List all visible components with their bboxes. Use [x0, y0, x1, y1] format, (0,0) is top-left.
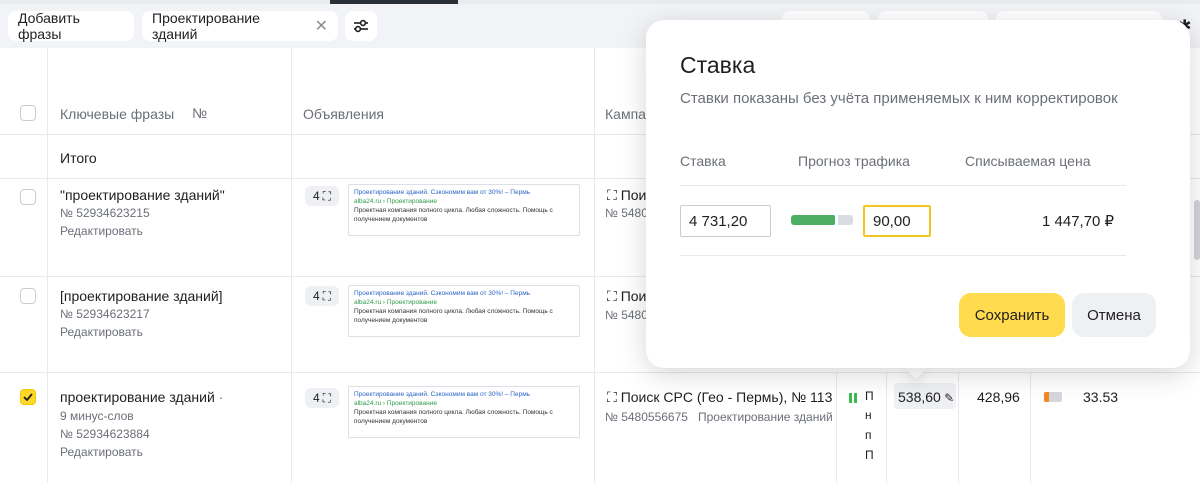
edit-link[interactable]: Редактировать [60, 224, 143, 238]
ad-title: Проектирование зданий. Сэкономим вам от … [354, 290, 531, 297]
ad-description: Проектная компания полного цикла. Любая … [354, 207, 553, 223]
header-number[interactable]: № [192, 105, 207, 121]
header-campaign[interactable]: Кампа [605, 106, 646, 122]
column-divider [291, 48, 292, 483]
column-divider [594, 48, 595, 483]
campaign-group: Проектирование зданий [697, 410, 833, 424]
col-traffic-header: Прогноз трафика [798, 153, 910, 169]
ad-description: Проектная компания полного цикла. Любая … [354, 308, 553, 324]
ad-description: Проектная компания полного цикла. Любая … [354, 409, 553, 425]
header-ads[interactable]: Объявления [303, 106, 384, 122]
campaign-sub: № 5480556675 Проектирование зданий [605, 410, 833, 424]
ads-count: 4 [312, 289, 320, 303]
traffic-slider-fill [791, 215, 836, 225]
ads-count-badge[interactable]: 4 ⛶ [305, 186, 339, 206]
campaign-id: № 5480556675 [605, 410, 688, 424]
minus-words-count[interactable]: 9 минус-слов [60, 409, 134, 423]
image-icon: ⛶ [607, 389, 621, 405]
popup-title: Ставка [680, 52, 756, 78]
keyword-id: № 52934623884 [60, 427, 150, 441]
image-icon: ⛶ [607, 187, 621, 203]
campaign-id: № 5480 [605, 308, 648, 322]
active-status-icon [849, 393, 857, 403]
edit-link[interactable]: Редактировать [60, 445, 143, 459]
filter-chip[interactable]: Проектирование зданий ✕ [142, 10, 338, 42]
select-all-checkbox[interactable] [20, 105, 36, 121]
row-checkbox[interactable] [20, 189, 36, 205]
sliders-icon[interactable] [345, 11, 377, 41]
keyword-phrase-text: проектирование зданий [60, 389, 215, 405]
vertical-scrollbar[interactable] [1194, 200, 1200, 260]
bid-popup: Ставка Ставки показаны без учёта применя… [646, 20, 1190, 368]
ad-url: alba24.ru › Проектирование [354, 400, 437, 407]
traffic-input[interactable]: 90,00 [863, 205, 931, 237]
row-checkbox-checked[interactable] [20, 389, 36, 405]
ads-count-badge[interactable]: 4 ⛶ [305, 388, 339, 408]
column-divider [958, 372, 959, 483]
ad-preview[interactable]: Проектирование зданий. Сэкономим вам от … [348, 184, 580, 236]
traffic-slider-handle[interactable] [834, 212, 838, 228]
keyword-phrase[interactable]: [проектирование зданий] [60, 288, 223, 304]
separator-dot: · [218, 389, 224, 405]
ad-preview[interactable]: Проектирование зданий. Сэкономим вам от … [348, 285, 580, 337]
col-price-header: Списываемая цена [965, 153, 1091, 169]
image-icon: ⛶ [322, 288, 332, 303]
campaign-name[interactable]: ⛶ Пои [607, 288, 646, 305]
keyword-id: № 52934623215 [60, 206, 150, 220]
traffic-bar [1044, 392, 1062, 402]
image-icon: ⛶ [322, 188, 332, 203]
image-icon: ⛶ [322, 390, 332, 405]
status-letter: п [865, 428, 872, 442]
status-letter: н [865, 408, 872, 422]
edit-link[interactable]: Редактировать [60, 325, 143, 339]
popup-divider [680, 255, 1126, 256]
keyword-id: № 52934623217 [60, 307, 150, 321]
row-checkbox[interactable] [20, 288, 36, 304]
ad-title: Проектирование зданий. Сэкономим вам от … [354, 391, 531, 398]
traffic-slider[interactable] [791, 215, 853, 225]
traffic-value: 33.53 [1083, 389, 1119, 405]
bid-value[interactable]: 538,60 ✎ [898, 389, 954, 405]
ads-count-badge[interactable]: 4 ⛶ [305, 286, 339, 306]
save-button[interactable]: Сохранить [959, 293, 1065, 337]
campaign-label: Поиск CPC (Гео - Пермь), № 1135 [620, 389, 833, 405]
column-divider [836, 372, 837, 483]
ad-title: Проектирование зданий. Сэкономим вам от … [354, 189, 531, 196]
status-letter: П [865, 389, 874, 403]
charged-price: 1 447,70 ₽ [1042, 213, 1115, 230]
column-divider [886, 372, 887, 483]
header-keywords[interactable]: Ключевые фразы [60, 106, 174, 122]
close-icon[interactable]: ✕ [315, 16, 328, 36]
check-icon [23, 393, 33, 401]
campaign-label: Пои [620, 288, 647, 304]
bid-input[interactable]: 4 731,20 [680, 205, 771, 237]
col-bid-header: Ставка [680, 153, 726, 169]
price-value: 428,96 [977, 389, 1020, 405]
cancel-button[interactable]: Отмена [1072, 293, 1156, 337]
total-row-label: Итого [60, 150, 97, 166]
ads-count: 4 [312, 391, 320, 405]
campaign-id: № 5480 [605, 206, 648, 220]
ad-url: alba24.ru › Проектирование [354, 299, 437, 306]
add-phrases-button[interactable]: Добавить фразы [8, 10, 134, 42]
add-phrases-label: Добавить фразы [18, 10, 80, 42]
status-letter: П [865, 448, 874, 462]
ad-preview[interactable]: Проектирование зданий. Сэкономим вам от … [348, 386, 580, 438]
row-divider [0, 372, 1200, 373]
bid-text: 538,60 [898, 389, 941, 405]
image-icon: ⛶ [607, 288, 621, 304]
pencil-icon[interactable]: ✎ [941, 391, 954, 405]
column-divider [47, 48, 48, 483]
filter-chip-label: Проектирование зданий [152, 10, 260, 42]
keyword-phrase[interactable]: "проектирование зданий" [60, 187, 225, 203]
ads-count: 4 [312, 189, 320, 203]
popup-subtitle: Ставки показаны без учёта применяемых к … [680, 90, 1118, 107]
keyword-phrase[interactable]: проектирование зданий · [60, 389, 223, 405]
ad-url: alba24.ru › Проектирование [354, 198, 437, 205]
campaign-name[interactable]: ⛶ Поиск CPC (Гео - Пермь), № 1135 [607, 389, 833, 406]
traffic-bar-fill [1044, 392, 1050, 402]
column-divider [1030, 372, 1031, 483]
popup-divider [680, 185, 1126, 186]
